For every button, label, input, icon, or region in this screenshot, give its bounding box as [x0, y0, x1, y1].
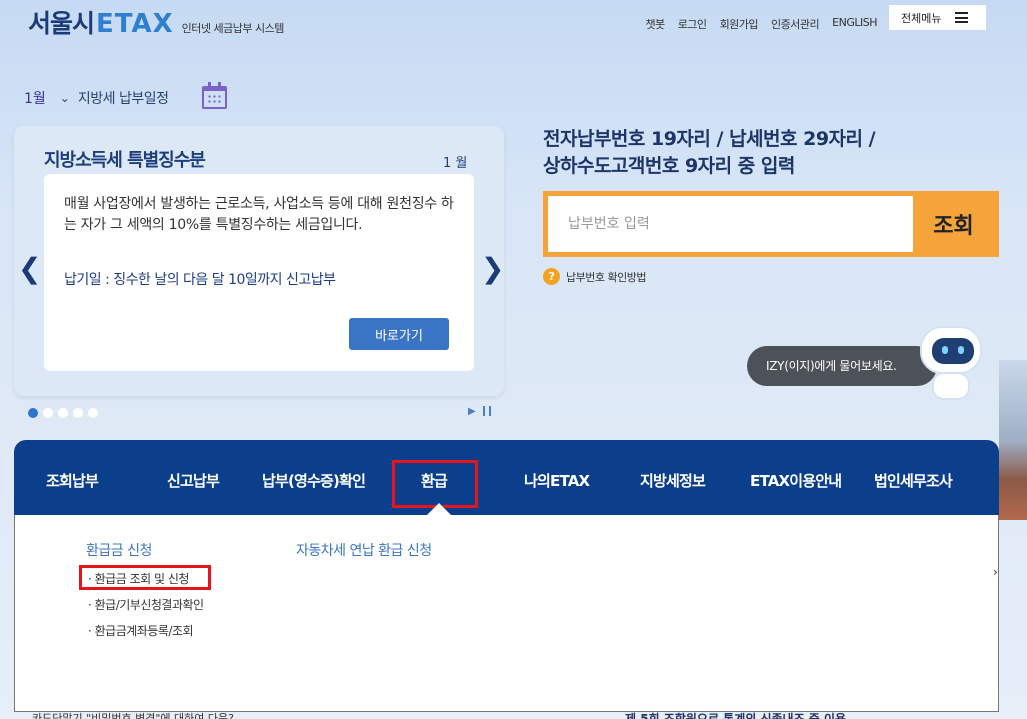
nav-item-my-etax[interactable]: 나의ETAX: [524, 470, 590, 491]
schedule-title: 지방세 납부일정: [77, 91, 169, 107]
refund-dropdown-menu: 환급금 신청 · 환급금 조회 및 신청 · 환급/기부신청결과확인 · 환급금…: [14, 515, 999, 712]
prev-arrow-icon[interactable]: ❮: [18, 252, 41, 285]
util-link-english[interactable]: ENGLISH: [832, 16, 877, 32]
help-label: 납부번호 확인방법: [566, 270, 646, 284]
card-title: 지방소득세 특별징수분: [44, 150, 206, 171]
header: 서울시 ETAX 인터넷 세금납부 시스템 챗봇 로그인 회원가입 인증서관리 …: [0, 0, 1027, 42]
card-due-date: 납기일 : 징수한 날의 다음 달 10일까지 신고납부: [64, 272, 336, 288]
carousel-dot[interactable]: [28, 408, 38, 418]
site-logo[interactable]: 서울시 ETAX 인터넷 세금납부 시스템: [28, 4, 284, 40]
payment-number-input[interactable]: [548, 196, 913, 252]
main-nav: 조회납부 신고납부 납부(영수증)확인 환급 나의ETAX 지방세정보 ETAX…: [14, 440, 999, 515]
carousel-pagination: [28, 408, 98, 418]
tax-schedule-selector[interactable]: 1월 ⌄ 지방세 납부일정: [24, 88, 169, 108]
all-menu-button[interactable]: 전체메뉴: [889, 5, 986, 30]
card-description: 매월 사업장에서 발생하는 근로소득, 사업소득 등에 대해 원천징수 하는 자…: [64, 196, 454, 233]
util-link-chatbot[interactable]: 챗봇: [645, 16, 665, 32]
nav-caret-icon: [427, 503, 451, 515]
nav-item-report-payment[interactable]: 신고납부: [167, 470, 220, 491]
menu-col-car-tax-refund[interactable]: 자동차세 연납 환급 신청: [296, 540, 432, 560]
nav-item-etax-guide[interactable]: ETAX이용안내: [750, 470, 842, 491]
carousel-dot[interactable]: [58, 408, 68, 418]
nav-item-local-tax-info[interactable]: 지방세정보: [640, 470, 706, 491]
util-link-certificate[interactable]: 인증서관리: [771, 16, 820, 32]
chatbot-robot-icon[interactable]: [918, 324, 988, 402]
carousel-dot[interactable]: [43, 408, 53, 418]
menu-col-refund-application[interactable]: 환급금 신청: [86, 540, 152, 560]
search-heading: 전자납부번호 19자리 / 납세번호 29자리 / 상하수도고객번호 9자리 중…: [543, 126, 876, 180]
submenu-refund-result-check[interactable]: · 환급/기부신청결과확인: [88, 596, 204, 613]
logo-main-text: 서울시: [28, 9, 95, 38]
nav-item-receipt-check[interactable]: 납부(영수증)확인: [262, 470, 366, 491]
chevron-right-icon[interactable]: ›: [993, 565, 998, 579]
util-link-signup[interactable]: 회원가입: [720, 16, 759, 32]
schedule-month[interactable]: 1월: [24, 88, 46, 108]
carousel-dot[interactable]: [88, 408, 98, 418]
go-button[interactable]: 바로가기: [349, 318, 449, 350]
active-nav-highlight: [392, 460, 478, 508]
chatbot-bubble[interactable]: IZY(이지)에게 물어보세요.: [747, 346, 937, 386]
pause-icon[interactable]: [483, 406, 491, 416]
util-link-login[interactable]: 로그인: [678, 16, 707, 32]
search-button[interactable]: 조회: [913, 196, 994, 252]
search-heading-line1: 전자납부번호 19자리 / 납세번호 29자리 /: [543, 128, 876, 150]
next-arrow-icon[interactable]: ❯: [481, 252, 504, 285]
search-heading-line2: 상하수도고객번호 9자리 중 입력: [543, 155, 795, 177]
chevron-down-icon[interactable]: ⌄: [60, 91, 70, 105]
submenu-highlight: [79, 565, 211, 590]
submenu-refund-account[interactable]: · 환급금계좌등록/조회: [88, 622, 194, 639]
all-menu-label: 전체메뉴: [901, 11, 942, 25]
nav-item-corporate-audit[interactable]: 법인세무조사: [874, 470, 953, 491]
card-body: 매월 사업장에서 발생하는 근로소득, 사업소득 등에 대해 원천징수 하는 자…: [44, 174, 474, 371]
nav-item-inquiry-payment[interactable]: 조회납부: [46, 470, 99, 491]
play-icon[interactable]: ▶: [468, 406, 476, 417]
hamburger-icon: [955, 12, 969, 23]
question-icon: ?: [543, 268, 560, 285]
payment-number-help-link[interactable]: ? 납부번호 확인방법: [543, 268, 646, 285]
notice-text[interactable]: 카드단말기 "비밀번호 변경"에 대하여 다음?: [32, 710, 234, 719]
calendar-icon[interactable]: [202, 82, 227, 109]
payment-search-box: 조회: [543, 191, 999, 257]
logo-sub-text: 인터넷 세금납부 시스템: [181, 22, 285, 35]
carousel-dot[interactable]: [73, 408, 83, 418]
utility-links: 챗봇 로그인 회원가입 인증서관리 ENGLISH: [645, 16, 877, 32]
decorative-background: [999, 360, 1027, 520]
tax-info-card: 지방소득세 특별징수분 1 월 매월 사업장에서 발생하는 근로소득, 사업소득…: [14, 126, 504, 396]
logo-etax-text: ETAX: [96, 9, 174, 39]
banner-text[interactable]: 제 5회 조합원으로 통계의 신종내조 중 이용: [625, 710, 846, 719]
card-month: 1 월: [443, 156, 468, 171]
